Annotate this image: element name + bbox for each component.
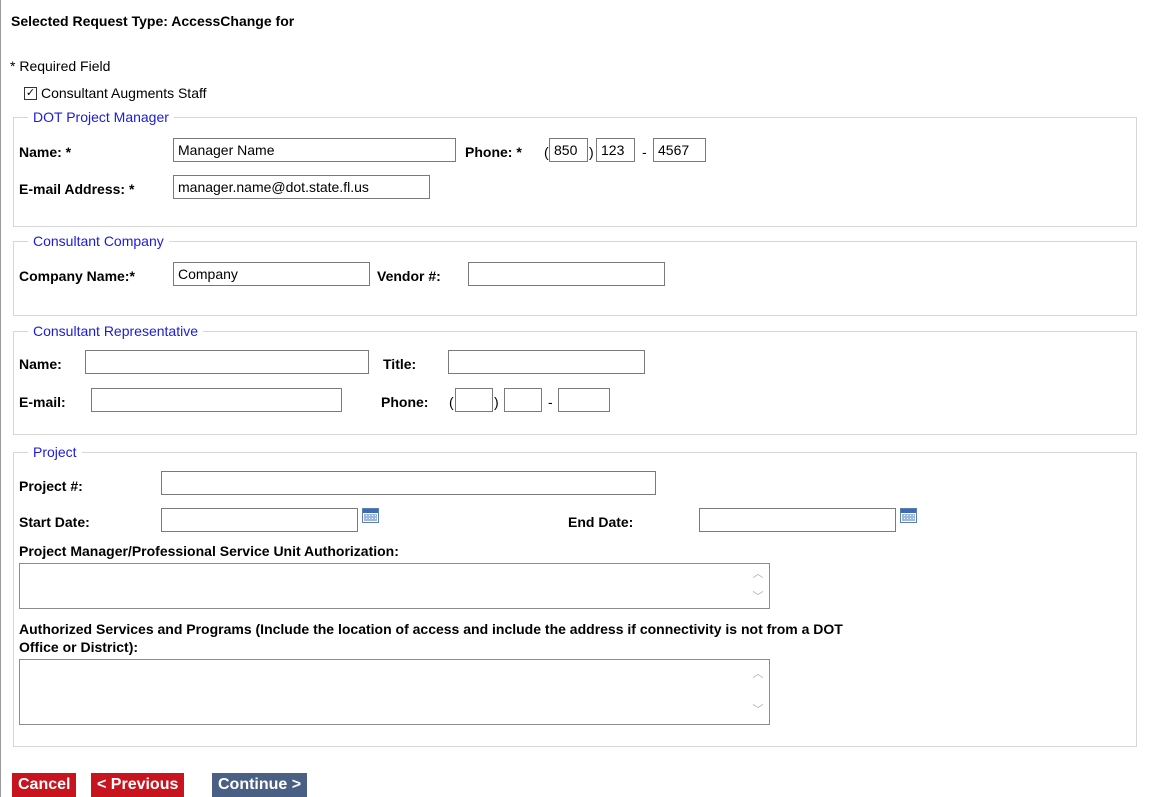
start-date-label: Start Date: xyxy=(19,514,90,530)
rep-title-label: Title: xyxy=(383,356,417,372)
vendor-number-label: Vendor #: xyxy=(377,268,441,284)
services-label-line-2: Office or District): xyxy=(19,639,139,655)
rep-phone-area-input[interactable] xyxy=(455,388,493,412)
authorization-scroll-up-icon[interactable]: ︿ xyxy=(750,568,766,580)
page-left-border xyxy=(0,0,1,797)
project-number-input[interactable] xyxy=(161,471,656,495)
consultant-company-legend: Consultant Company xyxy=(28,233,169,249)
rep-email-input[interactable] xyxy=(91,388,342,412)
services-scroll-up-icon[interactable]: ︿ xyxy=(750,668,766,680)
rep-phone-label: Phone: xyxy=(381,394,429,410)
pm-email-input[interactable] xyxy=(173,175,430,199)
rep-email-label: E-mail: xyxy=(19,394,66,410)
pm-phone-line-input[interactable] xyxy=(653,138,706,162)
rep-phone-line-input[interactable] xyxy=(558,388,610,412)
end-date-calendar-icon[interactable] xyxy=(900,508,917,523)
pm-phone-area-input[interactable] xyxy=(549,138,588,162)
pm-name-label: Name: * xyxy=(19,144,72,160)
pm-email-label: E-mail Address: * xyxy=(19,181,135,197)
rep-title-input[interactable] xyxy=(448,350,645,374)
project-legend: Project xyxy=(28,444,82,460)
pm-phone-open-paren: ( xyxy=(544,144,549,160)
rep-phone-prefix-input[interactable] xyxy=(504,388,542,412)
rep-name-label: Name: xyxy=(19,356,62,372)
end-date-input[interactable] xyxy=(699,508,896,532)
services-scroll-down-icon[interactable]: ﹀ xyxy=(750,704,766,716)
augments-checkbox[interactable]: ✓ xyxy=(24,86,37,100)
rep-phone-open-paren: ( xyxy=(449,394,454,410)
authorization-scroll-down-icon[interactable]: ﹀ xyxy=(750,591,766,603)
rep-name-input[interactable] xyxy=(85,350,369,374)
consultant-representative-legend: Consultant Representative xyxy=(28,323,203,339)
authorization-textarea[interactable] xyxy=(19,563,770,609)
company-name-input[interactable] xyxy=(173,262,370,286)
pm-name-input[interactable] xyxy=(173,138,456,162)
company-name-label: Company Name:* xyxy=(19,268,135,284)
augments-checkbox-label: Consultant Augments Staff xyxy=(41,85,207,101)
authorization-label: Project Manager/Professional Service Uni… xyxy=(19,543,399,559)
end-date-label: End Date: xyxy=(568,514,634,530)
services-textarea[interactable] xyxy=(19,659,770,725)
previous-button[interactable]: < Previous xyxy=(91,773,185,797)
pm-phone-prefix-input[interactable] xyxy=(596,138,635,162)
dot-project-manager-fieldset: DOT Project Manager xyxy=(13,109,1137,227)
project-number-label: Project #: xyxy=(19,478,83,494)
continue-button[interactable]: Continue > xyxy=(212,773,308,797)
rep-phone-close-paren: ) xyxy=(494,394,499,410)
pm-phone-dash: - xyxy=(642,144,647,160)
pm-phone-label: Phone: * xyxy=(465,144,522,160)
pm-phone-close-paren: ) xyxy=(589,144,594,160)
augments-checkbox-row[interactable]: ✓ Consultant Augments Staff xyxy=(24,85,207,101)
rep-phone-dash: - xyxy=(548,394,553,410)
cancel-button[interactable]: Cancel xyxy=(12,773,77,797)
start-date-calendar-icon[interactable] xyxy=(362,508,379,523)
required-field-note: * Required Field xyxy=(10,58,111,74)
consultant-representative-fieldset: Consultant Representative xyxy=(13,323,1137,435)
dot-project-manager-legend: DOT Project Manager xyxy=(28,109,174,125)
vendor-number-input[interactable] xyxy=(468,262,665,286)
start-date-input[interactable] xyxy=(161,508,358,532)
page-title: Selected Request Type: AccessChange for xyxy=(11,13,295,29)
services-label-line-1: Authorized Services and Programs (Includ… xyxy=(19,621,843,637)
